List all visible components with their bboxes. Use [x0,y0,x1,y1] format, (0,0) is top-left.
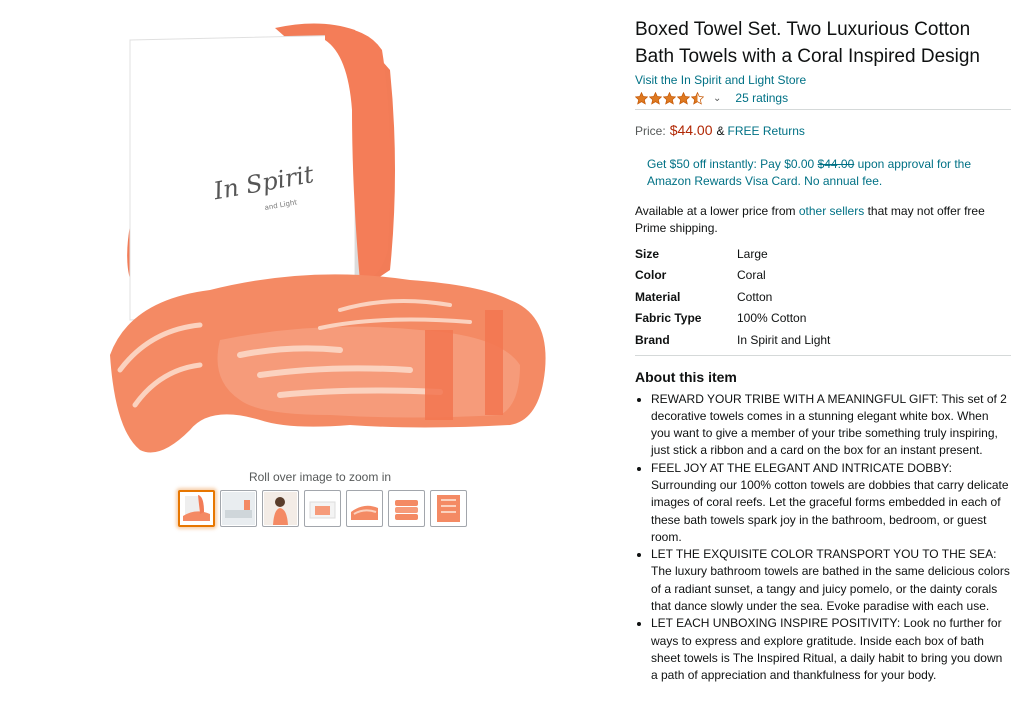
spec-key: Color [635,268,667,283]
spec-key: Material [635,289,681,304]
spec-row: Size Large [635,243,830,265]
spec-table: Size Large Color Coral Material Cotton Fabric … [635,243,830,351]
star-full-icon [649,91,662,105]
star-full-icon [635,91,648,105]
card-promo-link[interactable]: Get $50 off instantly: Pay $0.00 $44.00 … [647,156,1007,190]
divider [635,109,1011,110]
thumbnail-towel-folded[interactable] [346,490,383,527]
thumbnail-box-open[interactable] [304,490,341,527]
spec-value: Cotton [737,289,773,304]
star-full-icon [663,91,676,105]
other-sellers-link[interactable]: other sellers [799,204,864,218]
about-bullet: FEEL JOY AT THE ELEGANT AND INTRICATE DO… [651,460,1011,546]
thumbnail-towel-flat[interactable] [430,490,467,527]
about-bullet: REWARD YOUR TRIBE WITH A MEANINGFUL GIFT… [651,391,1011,460]
spec-value: Coral [737,268,766,283]
main-product-image[interactable]: In Spirit and Light [90,10,560,465]
spec-key: Size [635,246,660,261]
spec-value: 100% Cotton [737,311,807,326]
product-title: Boxed Towel Set. Two Luxurious Cotton Ba… [635,19,980,67]
store-link[interactable]: Visit the In Spirit and Light Store [635,73,1011,87]
about-bullet: LET EACH UNBOXING INSPIRE POSITIVITY: Lo… [651,615,1011,684]
spec-value: Large [737,246,768,261]
spec-row: Brand In Spirit and Light [635,329,830,351]
promo-prefix: Get $50 off instantly: Pay $0.00 [647,157,818,171]
spec-row: Material Cotton [635,286,830,308]
spec-value: In Spirit and Light [737,332,831,347]
about-bullet: LET THE EXQUISITE COLOR TRANSPORT YOU TO… [651,546,1011,615]
lower-price-prefix: Available at a lower price from [635,204,799,218]
spec-row: Fabric Type 100% Cotton [635,308,830,330]
promo-struck-price: $44.00 [817,157,855,171]
price-row: Price: $44.00 & FREE Returns [635,122,1011,138]
thumbnail-towel-stack[interactable] [388,490,425,527]
price-value: $44.00 [669,122,713,138]
zoom-hint: Roll over image to zoom in [248,470,392,484]
ratings-count-link[interactable]: 25 ratings [735,91,788,105]
about-bullets: REWARD YOUR TRIBE WITH A MEANINGFUL GIFT… [635,391,1011,685]
price-label: Price: [635,124,666,138]
spec-key: Fabric Type [635,311,702,326]
thumbnail-towel-box[interactable] [178,490,215,527]
chevron-down-icon[interactable]: ⌄ [713,93,721,104]
star-full-icon [677,91,690,105]
divider [635,354,1011,356]
thumbnail-model[interactable] [262,490,299,527]
spec-key: Brand [635,332,670,347]
free-returns-link[interactable]: FREE Returns [728,124,805,138]
star-half-icon [691,91,704,105]
thumbnail-bath-scene[interactable] [220,490,257,527]
spec-row: Color Coral [635,265,830,287]
product-info: Boxed Towel Set. Two Luxurious Cotton Ba… [635,16,1011,685]
thumbnail-strip [178,490,467,527]
about-title: About this item [635,368,737,385]
star-rating[interactable] [635,91,705,105]
lower-price-notice: Available at a lower price from other se… [635,203,1011,237]
image-gallery: In Spirit and Light Roll over image to z… [60,0,580,703]
rating-row: ⌄ 25 ratings [635,89,1011,107]
price-ampersand: & [716,124,725,138]
